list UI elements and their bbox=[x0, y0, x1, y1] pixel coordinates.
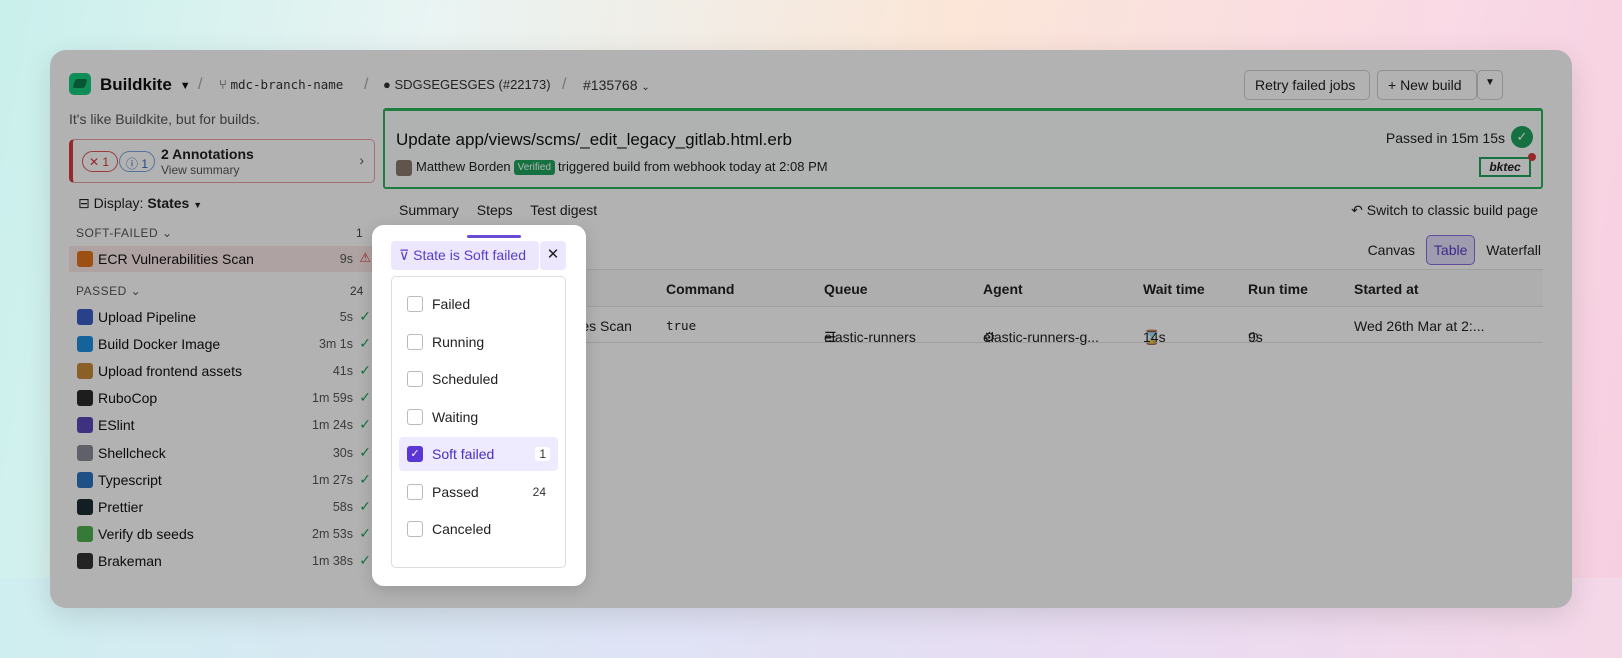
option-label: Running bbox=[432, 333, 485, 350]
checkbox[interactable] bbox=[407, 521, 423, 537]
option-label: Soft failed bbox=[432, 446, 495, 462]
filter-option[interactable]: Passed 24 bbox=[399, 475, 558, 509]
app-window: Buildkite ▼ / ⑂ mdc-branch-name / ● SDGSE… bbox=[50, 50, 1572, 608]
checkbox[interactable] bbox=[407, 408, 423, 425]
checkbox[interactable] bbox=[407, 333, 423, 350]
filter-icon: ⊽ bbox=[399, 247, 410, 263]
option-label: Waiting bbox=[432, 408, 479, 425]
option-label: Failed bbox=[432, 296, 471, 312]
option-label: Canceled bbox=[432, 521, 492, 537]
active-tab-indicator bbox=[467, 235, 521, 238]
close-icon: ✕ bbox=[546, 246, 560, 263]
filter-option[interactable]: Canceled bbox=[399, 512, 558, 546]
filter-option[interactable]: Waiting bbox=[399, 400, 558, 434]
option-label: Scheduled bbox=[432, 371, 499, 387]
state-filter-chip[interactable]: ⊽ State is Soft failed bbox=[391, 241, 539, 270]
filter-option[interactable]: Scheduled bbox=[399, 362, 558, 396]
checkbox[interactable]: ✓ bbox=[407, 446, 423, 462]
filter-option[interactable]: ✓ Soft failed 1 bbox=[399, 437, 558, 471]
option-label: Passed bbox=[432, 483, 479, 500]
clear-filter-button[interactable]: ✕ bbox=[540, 241, 566, 270]
option-count: 1 bbox=[535, 447, 550, 461]
state-filter-popover: ⊽ State is Soft failed ✕ Failed Running Sc… bbox=[372, 225, 586, 586]
modal-overlay[interactable] bbox=[50, 50, 1572, 608]
filter-option[interactable]: Running bbox=[399, 325, 558, 359]
option-count: 24 bbox=[532, 484, 546, 499]
checkbox[interactable] bbox=[407, 371, 423, 387]
checkbox[interactable] bbox=[407, 483, 423, 500]
filter-chip-label: State is Soft failed bbox=[413, 247, 526, 263]
checkbox[interactable] bbox=[407, 296, 423, 312]
state-options-list: Failed Running Scheduled Waiting ✓ Soft faile… bbox=[391, 276, 566, 568]
filter-option[interactable]: Failed bbox=[399, 287, 558, 321]
